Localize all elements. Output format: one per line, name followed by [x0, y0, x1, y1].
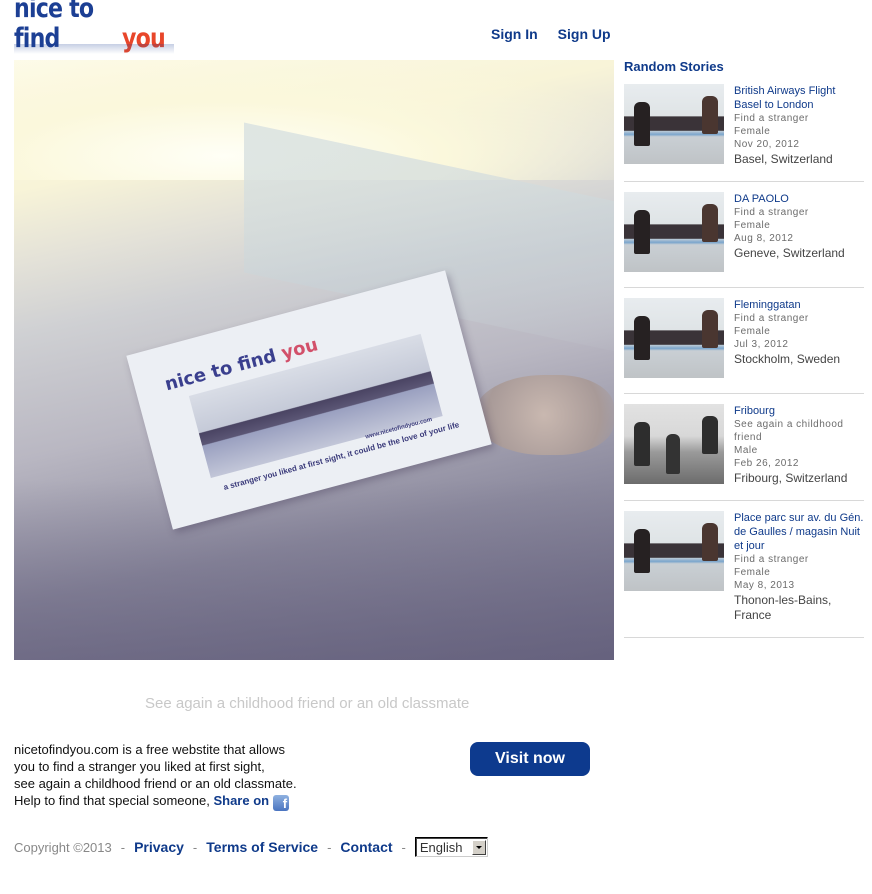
share-on-facebook-link[interactable]: Share on f: [213, 793, 290, 811]
story-location: Thonon-les-Bains, France: [734, 593, 832, 622]
story-info: Fribourg See again a childhood friend Ma…: [734, 404, 864, 486]
story-location: Basel, Switzerland: [734, 152, 833, 166]
story-thumbnail[interactable]: [624, 404, 724, 484]
story-location: Stockholm, Sweden: [734, 352, 841, 366]
story-category: Find a stranger: [734, 113, 809, 124]
story-thumbnail[interactable]: [624, 192, 724, 272]
story-info: Fleminggatan Find a stranger Female Jul …: [734, 298, 864, 367]
language-select[interactable]: English: [414, 837, 488, 857]
language-selected-value: English: [419, 839, 463, 855]
story-thumbnail[interactable]: [624, 84, 724, 164]
story-category: Find a stranger: [734, 207, 809, 218]
logo-reflection: [14, 44, 174, 54]
chevron-down-icon[interactable]: [471, 839, 486, 855]
story-thumbnail[interactable]: [624, 511, 724, 591]
story-gender: Female: [734, 220, 771, 231]
story-category: Find a stranger: [734, 554, 809, 565]
story-item[interactable]: British Airways Flight Basel to London F…: [624, 84, 864, 182]
story-title-link[interactable]: DA PAOLO: [734, 192, 864, 206]
hero-sand-shadow: [14, 480, 614, 660]
story-date: Feb 26, 2012: [734, 458, 799, 469]
tagline: See again a childhood friend or an old c…: [145, 695, 470, 712]
story-title-link[interactable]: Fribourg: [734, 404, 864, 418]
description-line: nicetofindyou.com is a free webstite tha…: [14, 742, 285, 757]
story-date: Jul 3, 2012: [734, 339, 789, 350]
story-date: Nov 20, 2012: [734, 139, 800, 150]
site-logo[interactable]: nice to find you: [14, 0, 174, 54]
story-category: See again a childhood friend: [734, 419, 844, 443]
story-gender: Female: [734, 126, 771, 137]
footer-separator: -: [401, 839, 406, 855]
contact-link[interactable]: Contact: [340, 839, 392, 855]
header-nav: Sign In Sign Up: [491, 26, 611, 42]
terms-of-service-link[interactable]: Terms of Service: [206, 839, 318, 855]
description-share-line: Help to find that special someone, Share…: [14, 792, 297, 811]
story-item[interactable]: DA PAOLO Find a stranger Female Aug 8, 2…: [624, 192, 864, 288]
visit-now-button[interactable]: Visit now: [470, 742, 590, 776]
story-info: British Airways Flight Basel to London F…: [734, 84, 864, 167]
random-stories-heading: Random Stories: [624, 59, 724, 74]
story-thumbnail[interactable]: [624, 298, 724, 378]
footer-separator: -: [120, 839, 126, 855]
story-gender: Female: [734, 567, 771, 578]
story-date: May 8, 2013: [734, 580, 795, 591]
story-item[interactable]: Place parc sur av. du Gén. de Gaulles / …: [624, 511, 864, 638]
story-item[interactable]: Fribourg See again a childhood friend Ma…: [624, 404, 864, 501]
footer-separator: -: [327, 839, 332, 855]
story-gender: Female: [734, 326, 771, 337]
story-info: Place parc sur av. du Gén. de Gaulles / …: [734, 511, 864, 623]
story-title-link[interactable]: British Airways Flight Basel to London: [734, 84, 864, 112]
story-location: Fribourg, Switzerland: [734, 471, 848, 485]
site-description: nicetofindyou.com is a free webstite tha…: [14, 741, 297, 811]
story-title-link[interactable]: Place parc sur av. du Gén. de Gaulles / …: [734, 511, 864, 553]
footer-separator: -: [192, 839, 198, 855]
story-location: Geneve, Switzerland: [734, 246, 845, 260]
sign-in-link[interactable]: Sign In: [491, 26, 538, 42]
story-title-link[interactable]: Fleminggatan: [734, 298, 864, 312]
description-line: see again a childhood friend or an old c…: [14, 776, 297, 791]
story-category: Find a stranger: [734, 313, 809, 324]
facebook-icon: f: [273, 795, 290, 811]
story-info: DA PAOLO Find a stranger Female Aug 8, 2…: [734, 192, 864, 261]
story-item[interactable]: Fleminggatan Find a stranger Female Jul …: [624, 298, 864, 394]
story-gender: Male: [734, 445, 758, 456]
story-date: Aug 8, 2012: [734, 233, 794, 244]
hero-image: nice to find you a stranger you liked at…: [14, 60, 614, 660]
description-line: Help to find that special someone,: [14, 793, 210, 808]
sign-up-link[interactable]: Sign Up: [558, 26, 611, 42]
privacy-link[interactable]: Privacy: [134, 839, 184, 855]
share-label: Share on: [213, 793, 270, 808]
hero-rock: [474, 375, 614, 455]
footer: Copyright ©2013 - Privacy - Terms of Ser…: [14, 837, 488, 857]
description-line: you to find a stranger you liked at firs…: [14, 759, 265, 774]
copyright-text: Copyright ©2013: [14, 839, 112, 855]
